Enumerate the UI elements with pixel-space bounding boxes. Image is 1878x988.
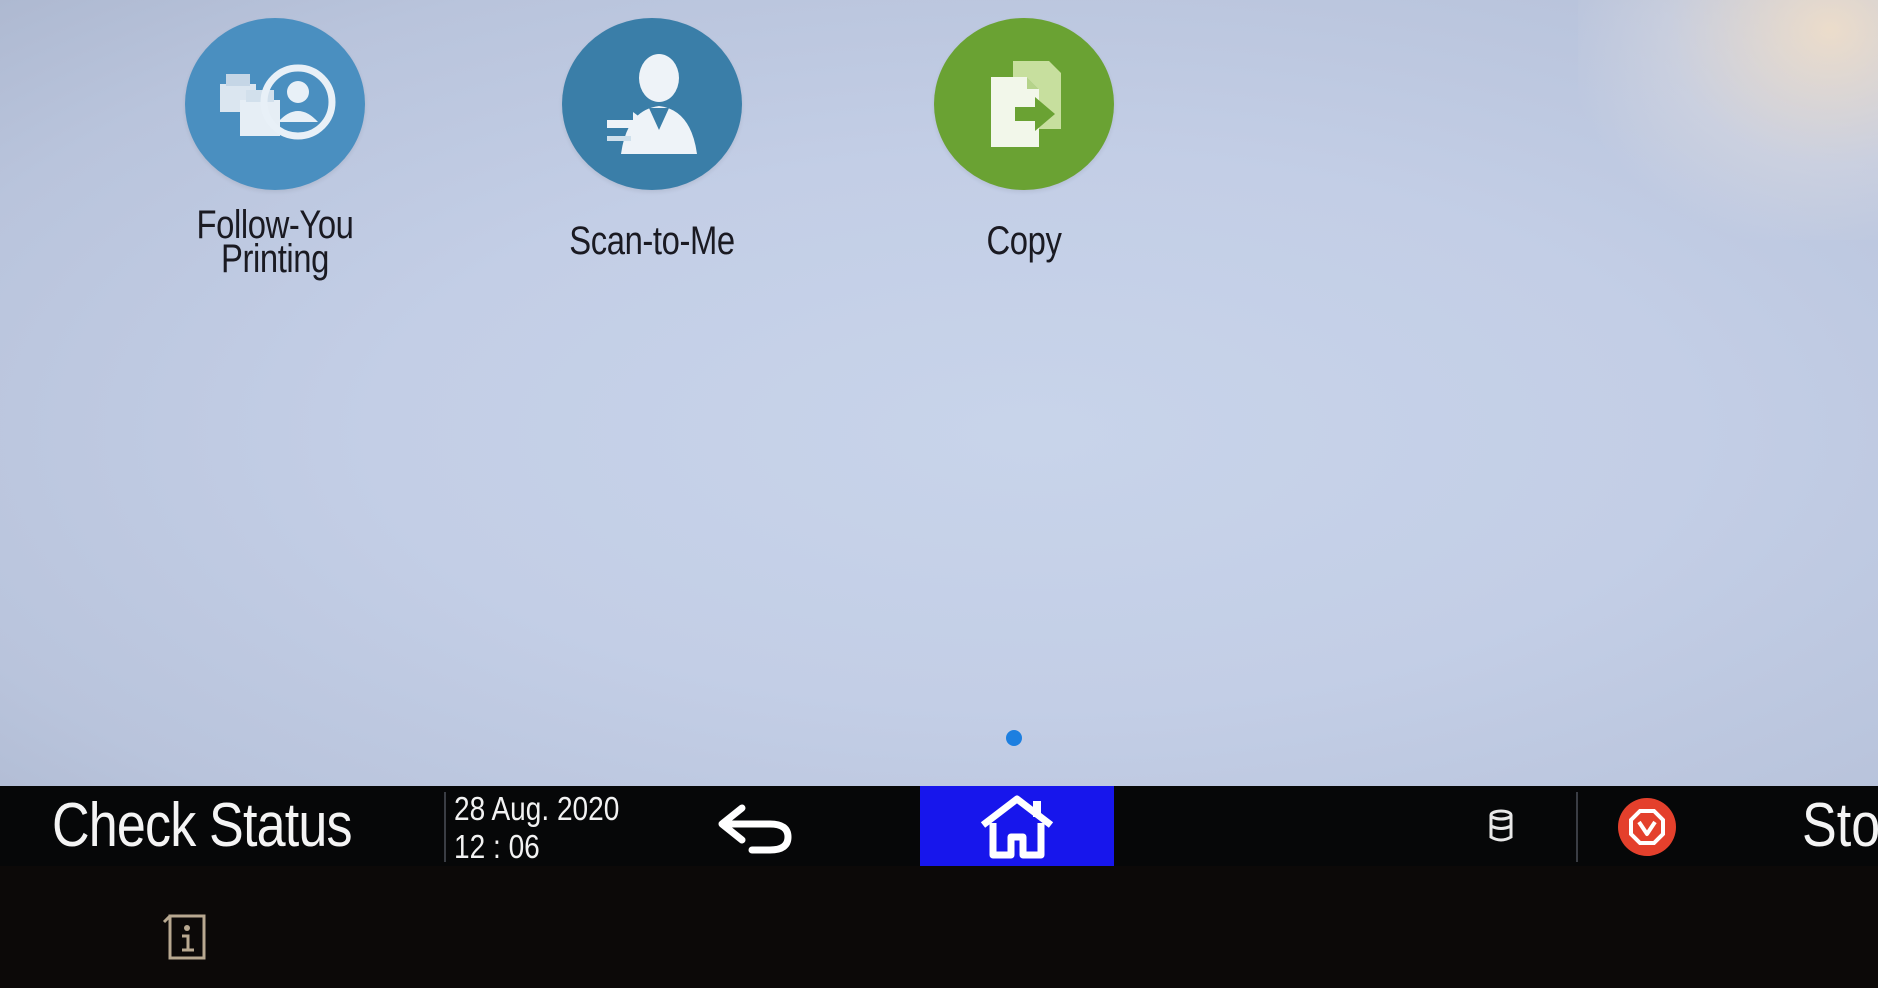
back-arrow-icon [718,804,792,854]
copy-icon [934,18,1114,190]
divider [1576,792,1578,862]
app-follow-you-printing[interactable]: Follow-You Printing [145,18,405,281]
divider [444,792,446,862]
app-label: Copy [986,219,1062,263]
scan-to-me-icon [562,18,742,190]
date-time-display: 28 Aug. 2020 12 : 06 [454,790,619,866]
home-screen: Follow-You Printing Scan-to-Me Copy [0,0,1878,786]
device-bezel [0,866,1878,988]
date-text: 28 Aug. 2020 [454,790,620,827]
screen-glare [1578,0,1878,240]
storage-icon[interactable] [1488,808,1514,849]
home-icon [980,795,1054,859]
home-button[interactable] [920,786,1114,866]
taskbar: Check Status 28 Aug. 2020 12 : 06 Sto [0,786,1878,866]
app-copy[interactable]: Copy [894,18,1154,263]
back-button[interactable] [712,800,802,854]
page-indicator-dot[interactable] [1006,730,1022,746]
stop-icon[interactable] [1618,798,1676,856]
app-label: Scan-to-Me [569,219,735,263]
stop-button[interactable]: Sto [1802,790,1878,862]
info-icon[interactable] [160,912,208,967]
follow-you-printing-icon [185,18,365,190]
time-text: 12 : 06 [454,828,540,865]
check-status-button[interactable]: Check Status [52,790,352,862]
app-scan-to-me[interactable]: Scan-to-Me [522,18,782,263]
app-label: Follow-You Printing [196,203,354,281]
